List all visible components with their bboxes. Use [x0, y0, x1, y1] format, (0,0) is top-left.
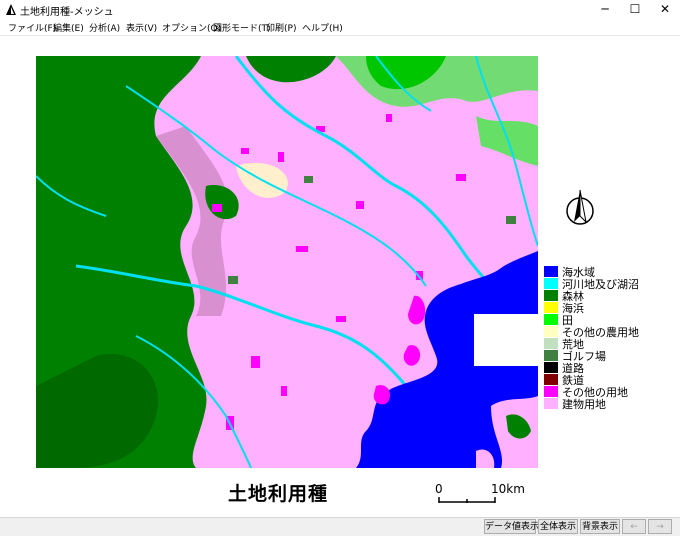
- menu-help[interactable]: ヘルプ(H): [302, 21, 343, 34]
- menu-file[interactable]: ファイル(F): [8, 21, 56, 34]
- map-title: 土地利用種: [228, 483, 329, 505]
- sail-app-icon: [6, 4, 16, 15]
- land-use-map[interactable]: [36, 56, 538, 468]
- legend-swatch: [544, 386, 558, 397]
- legend-swatch: [544, 338, 558, 349]
- legend-item: 建物用地: [544, 397, 674, 411]
- data-value-button[interactable]: データ値表示: [484, 519, 539, 534]
- menu-bar: ファイル(F) 編集(E) 分析(A) 表示(V) オプション(O) 図形モード…: [0, 20, 680, 36]
- legend-swatch: [544, 398, 558, 409]
- menu-shape-mode[interactable]: 図形モード(T): [213, 21, 271, 34]
- close-button[interactable]: ✕: [650, 0, 680, 20]
- legend-swatch: [544, 314, 558, 325]
- scale-line: [438, 497, 496, 503]
- prev-button[interactable]: ←: [622, 519, 646, 534]
- title-bar: 土地利用種-メッシュ ─ ☐ ✕: [0, 0, 680, 20]
- background-view-button[interactable]: 背景表示: [580, 519, 620, 534]
- maximize-button[interactable]: ☐: [620, 0, 650, 20]
- legend-swatch: [544, 350, 558, 361]
- minimize-button[interactable]: ─: [590, 0, 620, 20]
- legend-label: 建物用地: [562, 398, 606, 411]
- next-button[interactable]: →: [648, 519, 672, 534]
- legend-swatch: [544, 326, 558, 337]
- legend-swatch: [544, 290, 558, 301]
- status-bar: データ値表示 全体表示 背景表示 ← →: [0, 517, 680, 536]
- legend-swatch: [544, 302, 558, 313]
- legend-swatch: [544, 362, 558, 373]
- menu-print[interactable]: 印刷(P): [266, 21, 296, 34]
- legend-swatch: [544, 278, 558, 289]
- menu-view[interactable]: 表示(V): [126, 21, 157, 34]
- menu-edit[interactable]: 編集(E): [53, 21, 84, 34]
- window-title: 土地利用種-メッシュ: [20, 7, 114, 18]
- scale-bar: 0 10km: [435, 482, 535, 506]
- legend-swatch: [544, 266, 558, 277]
- legend-swatch: [544, 374, 558, 385]
- north-arrow-icon: [566, 189, 594, 225]
- menu-analyze[interactable]: 分析(A): [89, 21, 120, 34]
- full-view-button[interactable]: 全体表示: [538, 519, 578, 534]
